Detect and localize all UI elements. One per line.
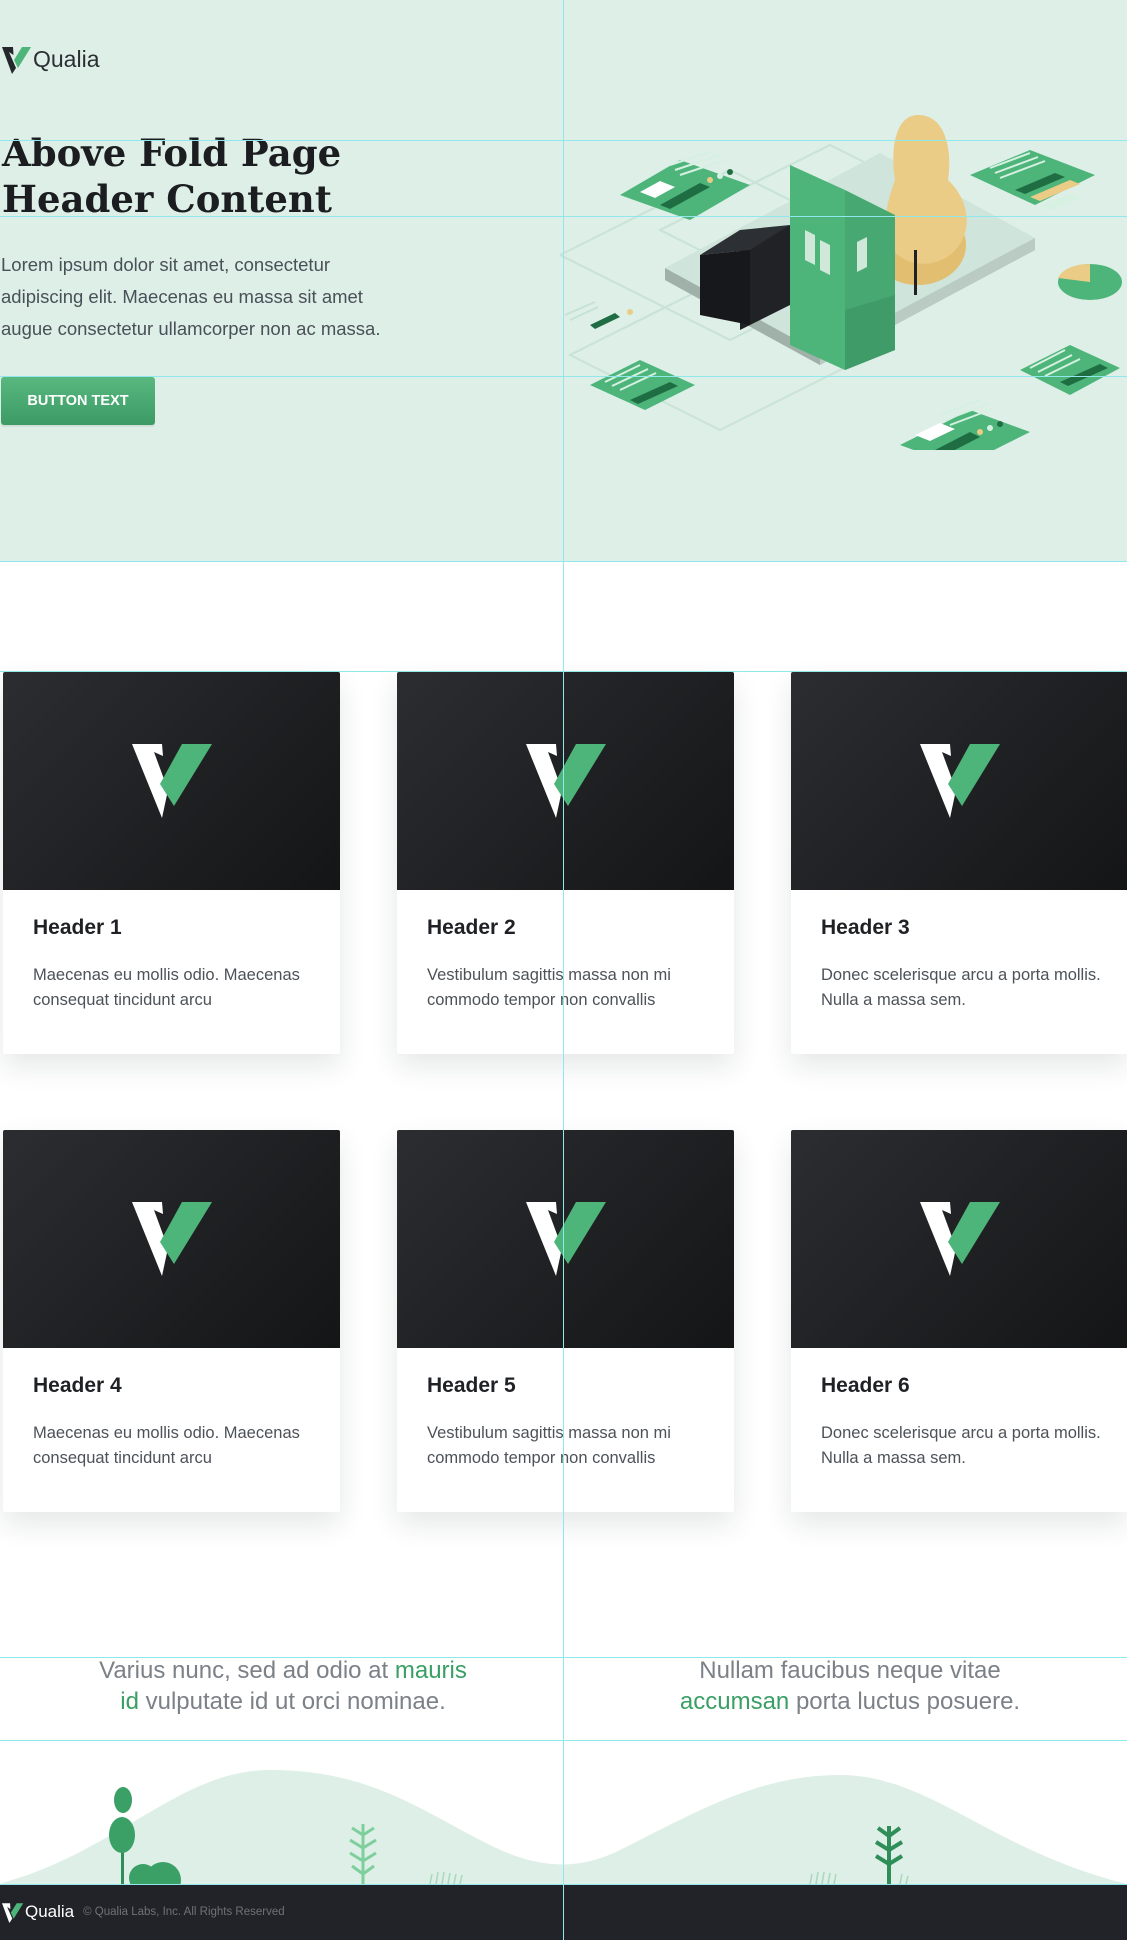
card-3-title: Header 3 [821,916,910,939]
layout-guide-horizontal [0,140,1127,141]
card-logo-icon [525,744,606,818]
quote-right: Nullam faucibus neque vitae accumsan por… [660,1655,1040,1717]
quote-right-text-end: porta luctus posuere. [789,1688,1021,1715]
quote-right-text-start: Nullam faucibus neque vitae [699,1657,1001,1684]
quote-left-text-start: Varius nunc, sed ad odio at [99,1657,395,1684]
card-1-title: Header 1 [33,916,122,939]
card-3-media [791,672,1127,890]
hero-cta-button[interactable]: BUTTON TEXT [1,377,155,425]
card-4[interactable]: Header 4 Maecenas eu mollis odio. Maecen… [3,1130,340,1512]
card-4-media [3,1130,340,1348]
card-logo-icon [919,744,1000,818]
card-4-title: Header 4 [33,1374,122,1397]
quote-left-text-end: vulputate id ut orci nominae. [138,1688,446,1715]
card-1[interactable]: Header 1 Maecenas eu mollis odio. Maecen… [3,672,340,1054]
card-2-title: Header 2 [427,916,516,939]
card-3-text: Donec scelerisque arcu a porta mollis. N… [821,966,1101,1009]
card-3[interactable]: Header 3 Donec scelerisque arcu a porta … [791,672,1127,1054]
qualia-logo-icon [2,47,31,74]
footer-brand-name: Qualia [25,1902,75,1921]
card-2[interactable]: Header 2 Vestibulum sagittis massa non m… [397,672,734,1054]
card-6-title: Header 6 [821,1374,910,1397]
layout-guide-horizontal [0,1740,1127,1741]
isometric-building-illustration [560,115,1122,450]
card-logo-icon [525,1202,606,1276]
card-1-media [3,672,340,890]
card-5-text: Vestibulum sagittis massa non mi commodo… [427,1424,671,1467]
quote-right-highlight: accumsan [679,1688,790,1715]
layout-guide-horizontal [0,216,1127,217]
hero-title-line-1: Above Fold Page [2,131,342,175]
layout-guide-horizontal [0,1657,1127,1658]
card-1-text: Maecenas eu mollis odio. Maecenas conseq… [33,966,300,1009]
card-5-title: Header 5 [427,1374,516,1397]
footer-copyright: © Qualia Labs, Inc. All Rights Reserved [83,1906,285,1918]
layout-guide-horizontal [0,561,1127,562]
card-logo-icon [131,1202,212,1276]
layout-guide-horizontal [0,671,1127,672]
card-6-text: Donec scelerisque arcu a porta mollis. N… [821,1424,1101,1467]
card-2-media [397,672,734,890]
card-5-media [397,1130,734,1348]
hero-description: Lorem ipsum dolor sit amet, consectetur … [1,254,381,339]
layout-guide-vertical [563,0,564,1940]
layout-guide-horizontal [0,1884,1127,1885]
brand-name: Qualia [33,45,100,72]
hero-title-line-2: Header Content [2,177,332,221]
card-6-media [791,1130,1127,1348]
card-2-text: Vestibulum sagittis massa non mi commodo… [427,966,671,1009]
qualia-logo-icon [2,1903,24,1923]
brand-logo-link[interactable]: Qualia [2,44,99,74]
hero-title: Above Fold Page Header Content [2,130,422,222]
quote-left: Varius nunc, sed ad odio at mauris id vu… [93,1655,473,1717]
card-logo-icon [919,1202,1000,1276]
layout-guide-horizontal [0,376,1127,377]
card-4-text: Maecenas eu mollis odio. Maecenas conseq… [33,1424,300,1467]
card-logo-icon [131,744,212,818]
card-5[interactable]: Header 5 Vestibulum sagittis massa non m… [397,1130,734,1512]
card-6[interactable]: Header 6 Donec scelerisque arcu a porta … [791,1130,1127,1512]
